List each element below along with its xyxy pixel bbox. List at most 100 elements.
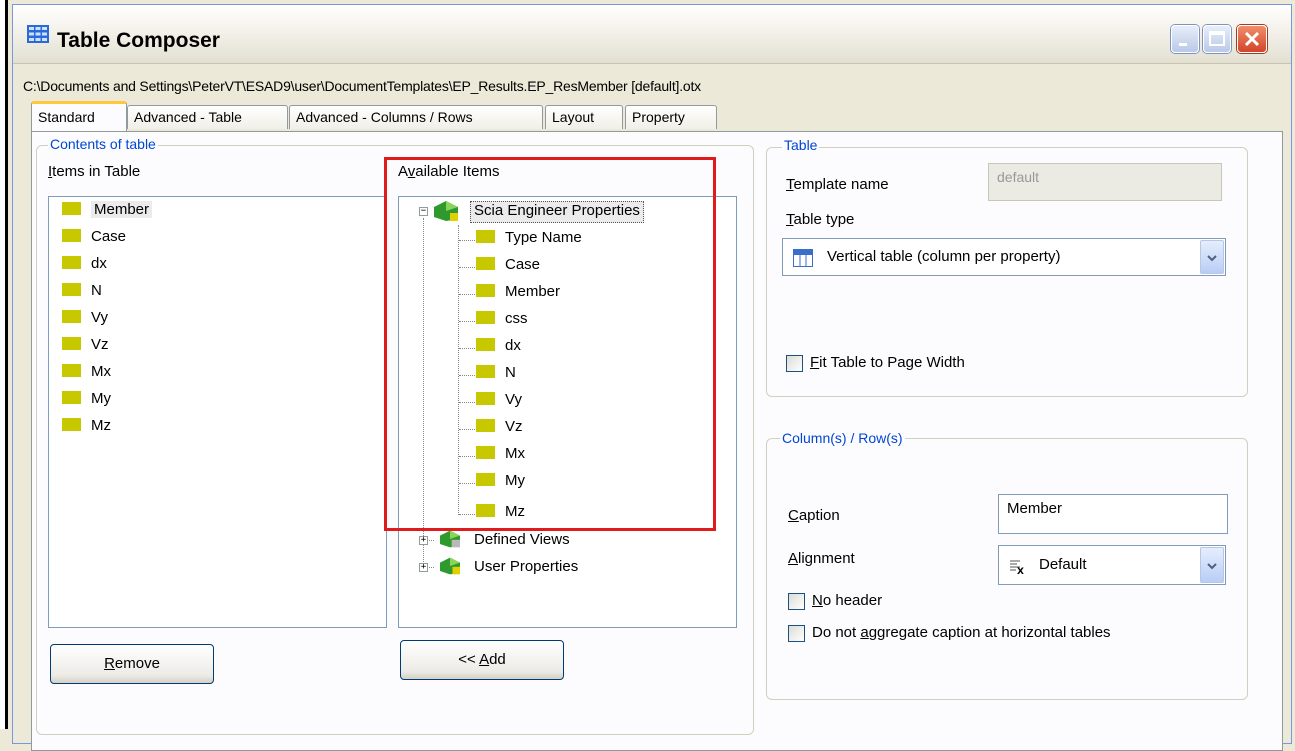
tree-item[interactable]: Vz — [476, 418, 523, 440]
template-name-label: Template name — [786, 176, 889, 193]
tree-item[interactable]: Member — [476, 283, 560, 305]
available-items-label: Available Items — [398, 163, 500, 180]
tree-connector — [459, 456, 475, 457]
tree-item[interactable]: Case — [476, 256, 540, 278]
chevron-down-icon — [1207, 255, 1217, 262]
alignment-label: Alignment — [788, 550, 855, 567]
property-square-icon — [476, 229, 495, 243]
close-button[interactable] — [1237, 25, 1267, 53]
aggregate-caption-checkbox[interactable] — [788, 625, 805, 642]
title-bar[interactable]: Table Composer — [13, 5, 1291, 64]
alignment-value: Default — [1039, 556, 1087, 573]
tab-layout[interactable]: Layout — [545, 105, 623, 129]
table-icon — [27, 25, 49, 43]
defined-views-icon — [440, 530, 460, 548]
table-type-label: Table type — [786, 211, 855, 228]
list-item[interactable]: Member — [62, 201, 153, 223]
property-square-icon — [476, 310, 495, 324]
background-window-edge — [0, 0, 8, 729]
template-path: C:\Documents and Settings\PeterVT\ESAD9\… — [23, 78, 701, 94]
alignment-dropdown-button[interactable] — [1200, 547, 1224, 583]
property-square-icon — [476, 503, 495, 517]
caption-label: Caption — [788, 507, 840, 524]
tree-item[interactable]: Type Name — [476, 229, 582, 251]
tab-advanced-columns-rows[interactable]: Advanced - Columns / Rows — [289, 105, 543, 129]
items-in-table-label: Items in Table — [48, 163, 141, 180]
tree-connector — [459, 348, 475, 349]
template-name-field[interactable]: default — [988, 163, 1222, 201]
tree-item[interactable]: Mz — [476, 503, 525, 525]
tree-connector — [458, 225, 459, 515]
tree-connector — [459, 267, 475, 268]
tab-property[interactable]: Property — [625, 105, 717, 129]
property-square-icon — [62, 255, 81, 269]
list-item[interactable]: Vz — [62, 336, 109, 358]
property-square-icon — [62, 309, 81, 323]
table-type-select[interactable]: Vertical table (column per property) — [782, 238, 1226, 276]
list-item[interactable]: dx — [62, 255, 107, 277]
collapse-toggle[interactable]: − — [419, 207, 428, 216]
list-item[interactable]: Case — [62, 228, 126, 250]
svg-text:X: X — [1017, 567, 1024, 575]
fit-table-checkbox[interactable] — [786, 355, 803, 372]
tree-connector — [459, 402, 475, 403]
tree-item[interactable]: Vy — [476, 391, 522, 413]
alignment-select[interactable]: X Default — [998, 545, 1226, 585]
list-item[interactable]: My — [62, 390, 111, 412]
tree-connector — [423, 218, 424, 568]
tree-root-defined-views[interactable]: Defined Views — [474, 531, 570, 553]
tree-connector — [459, 483, 475, 484]
vertical-table-icon — [793, 249, 813, 267]
tree-connector — [459, 514, 475, 515]
property-square-icon — [476, 472, 495, 486]
alignment-default-icon: X — [1010, 560, 1024, 575]
property-square-icon — [476, 364, 495, 378]
property-square-icon — [62, 201, 81, 215]
list-item[interactable]: Mx — [62, 363, 111, 385]
property-square-icon — [62, 417, 81, 431]
close-icon — [1244, 31, 1260, 47]
tree-item[interactable]: dx — [476, 337, 521, 359]
chevron-down-icon — [1207, 563, 1217, 570]
tree-item[interactable]: css — [476, 310, 528, 332]
tree-connector — [459, 240, 475, 241]
minimize-icon — [1179, 43, 1187, 46]
table-type-dropdown-button[interactable] — [1200, 240, 1224, 274]
columns-rows-title: Column(s) / Row(s) — [780, 430, 905, 446]
tab-advanced-table[interactable]: Advanced - Table — [127, 105, 288, 129]
maximize-icon — [1209, 31, 1225, 46]
table-type-value: Vertical table (column per property) — [827, 248, 1061, 265]
property-square-icon — [476, 337, 495, 351]
property-square-icon — [62, 363, 81, 377]
tree-connector — [459, 375, 475, 376]
no-header-checkbox[interactable] — [788, 593, 805, 610]
expand-toggle[interactable]: + — [419, 563, 428, 572]
tree-root-user-properties[interactable]: User Properties — [474, 558, 578, 580]
property-square-icon — [62, 282, 81, 296]
user-properties-icon — [440, 557, 460, 575]
tree-connector — [459, 294, 475, 295]
property-square-icon — [476, 445, 495, 459]
remove-button[interactable]: Remove — [50, 644, 214, 684]
list-item[interactable]: N — [62, 282, 102, 304]
tree-item[interactable]: Mx — [476, 445, 525, 467]
table-group-title: Table — [782, 137, 820, 153]
tree-connector — [459, 429, 475, 430]
property-square-icon — [476, 418, 495, 432]
tab-standard[interactable]: Standard — [31, 101, 127, 131]
property-square-icon — [62, 336, 81, 350]
property-square-icon — [476, 391, 495, 405]
window-title: Table Composer — [57, 29, 220, 52]
tree-item[interactable]: N — [476, 364, 516, 386]
list-item[interactable]: Vy — [62, 309, 108, 331]
list-item[interactable]: Mz — [62, 417, 111, 439]
caption-input[interactable]: Member — [998, 494, 1228, 534]
expand-toggle[interactable]: + — [419, 536, 428, 545]
tree-root-scia-engineer-properties[interactable]: Scia Engineer Properties — [470, 201, 644, 223]
fit-table-label: Fit Table to Page Width — [810, 354, 965, 371]
add-button[interactable]: << Add — [400, 640, 564, 680]
tree-item[interactable]: My — [476, 472, 525, 494]
minimize-button[interactable] — [1171, 25, 1199, 53]
contents-of-table-title: Contents of table — [48, 136, 158, 152]
maximize-button[interactable] — [1203, 25, 1231, 53]
